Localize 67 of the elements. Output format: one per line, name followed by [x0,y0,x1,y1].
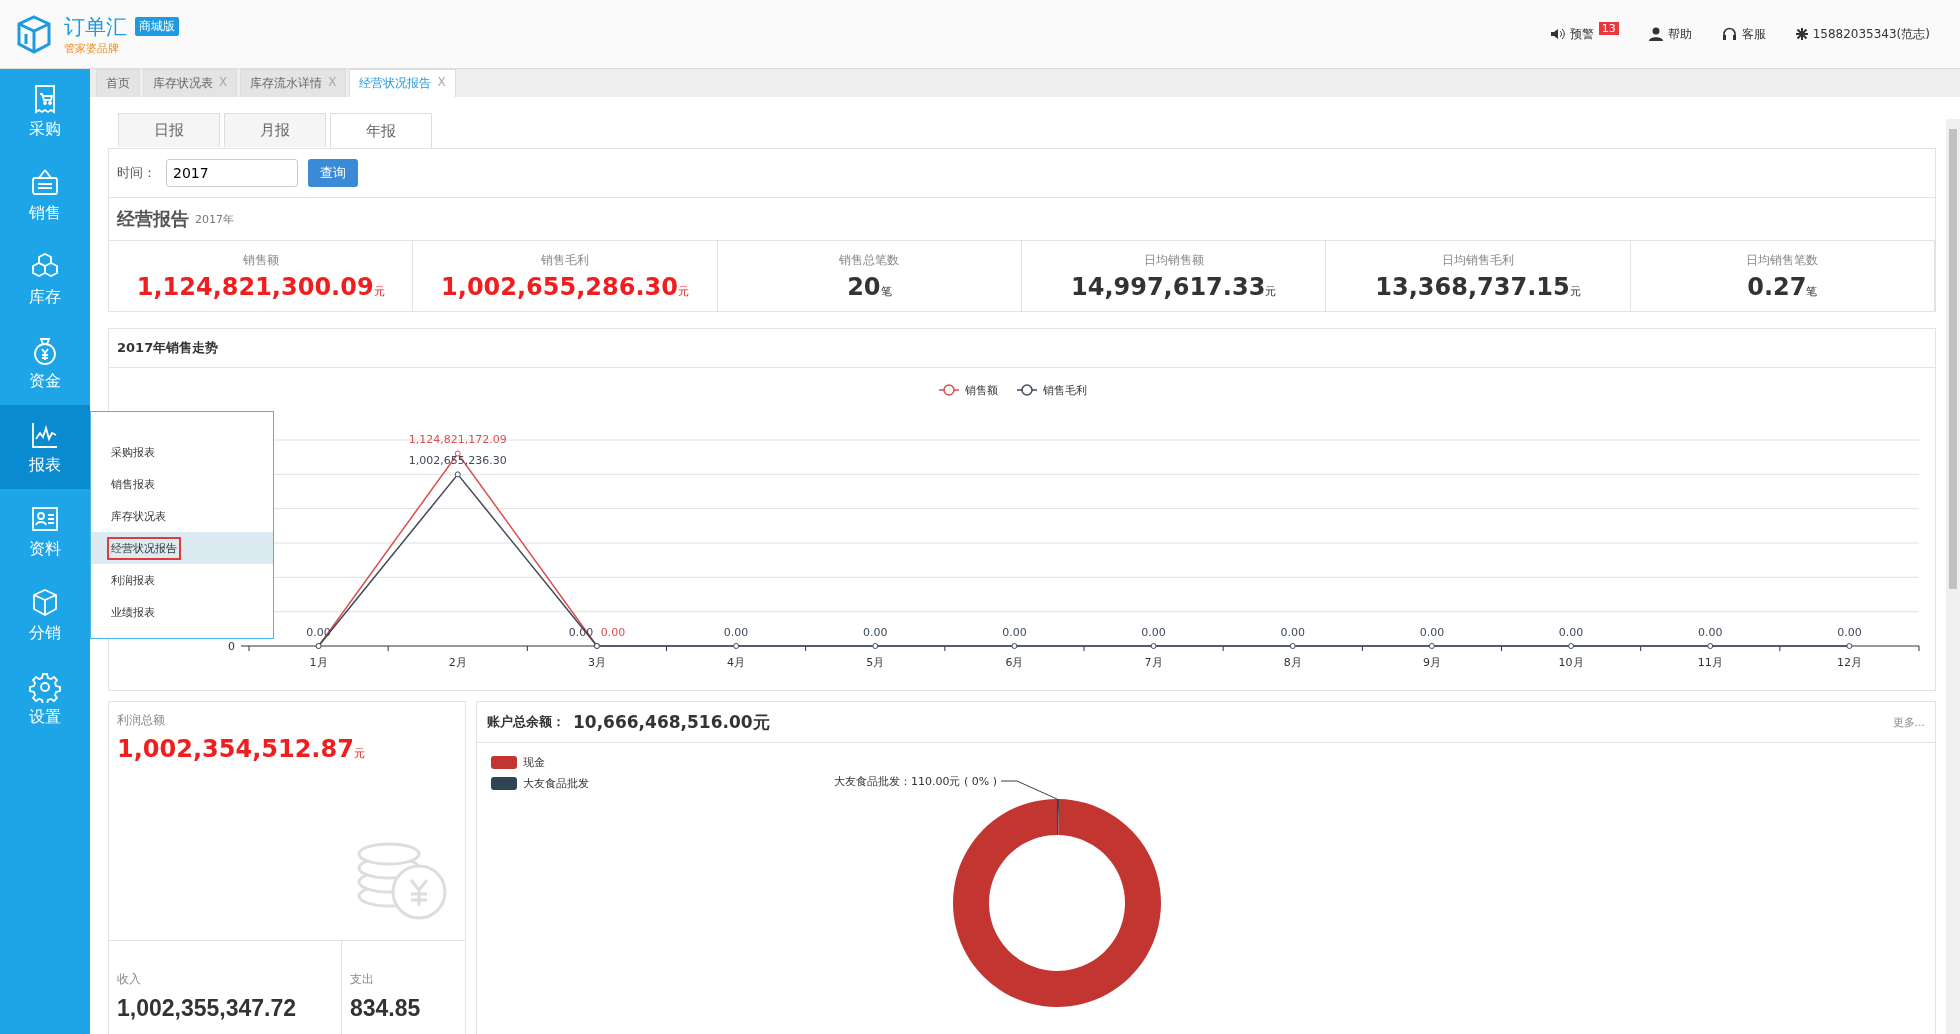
kpi-label: 日均销售毛利 [1442,251,1514,269]
x-tick-label: 1月 [309,656,328,669]
income-label: 收入 [117,971,141,988]
x-tick-label: 8月 [1283,656,1302,669]
kpi-value: 0.27笔 [1747,272,1818,301]
profit-label: 利润总额 [117,712,166,729]
kpi-value: 1,124,821,300.09元 [136,272,385,301]
data-label: 0.00 [1280,626,1305,639]
page-tab-label: 库存状况表 [153,75,213,92]
x-tick-label: 12月 [1836,656,1862,669]
sidebar-label: 销售 [29,202,61,224]
balance-value: 10,666,468,516.00元 [573,710,770,734]
x-tick-label: 10月 [1558,656,1584,669]
kpi-value: 20笔 [847,272,892,301]
income-value: 1,002,355,347.72 [117,994,297,1023]
data-label: 0.00 [1419,626,1445,639]
data-label: 0.00 [1698,626,1723,639]
kpi-label: 销售毛利 [541,251,589,269]
sidebar-label: 资料 [29,538,61,560]
legend-label: 销售毛利 [1042,384,1087,397]
data-label: 0.00 [863,626,888,639]
expense-label: 支出 [350,971,374,988]
data-label: 0.00 [723,626,749,639]
time-label: 时间： [117,164,156,182]
x-tick-label: 4月 [727,656,746,669]
chart-title: 2017年销售走势 [117,339,219,357]
edition-badge: 商城版 [135,17,179,36]
report-year: 2017年 [195,211,234,227]
balance-label: 账户总余额： [487,713,565,731]
expense-value: 834.85 [350,994,421,1023]
x-tick-label: 7月 [1144,656,1163,669]
page-tab-label: 首页 [106,75,130,92]
x-tick-label: 9月 [1422,656,1441,669]
sidebar-label: 资金 [29,370,61,392]
alert-count: 13 [1598,21,1619,35]
data-label: 0.00 [1002,626,1027,639]
kpi-value: 13,368,737.15元 [1375,272,1581,301]
x-tick-label: 2月 [448,656,467,669]
kpi-label: 销售总笔数 [839,251,900,269]
kpi-label: 日均销售额 [1143,251,1204,269]
slice-label: 大友食品批发：110.00元 ( 0% ) [834,775,997,788]
sidebar-label: 采购 [29,118,61,140]
y-tick-label: 0 [228,640,235,653]
data-label: 0.00 [1558,626,1584,639]
x-tick-label: 6月 [1005,656,1024,669]
data-label: 0.00 [600,626,626,639]
brand-subtitle: 管家婆品牌 [64,40,120,56]
data-label: 0.00 [1141,626,1166,639]
kpi-value: 14,997,617.33元 [1071,272,1277,301]
app-title: 订单汇 [64,13,127,41]
kpi-label: 销售额 [242,251,279,269]
sidebar-label: 分销 [29,622,61,644]
kpi-value: 1,002,655,286.30元 [441,272,689,301]
sidebar-label: 库存 [29,286,61,308]
kpi-label: 日均销售笔数 [1746,251,1819,269]
x-tick-label: 5月 [866,656,885,669]
data-label: 0.00 [1837,626,1862,639]
data-label: 1,124,821,172.09 [408,433,507,447]
sidebar-label: 设置 [29,706,61,728]
profit-value: 1,002,354,512.87元 [117,735,366,763]
page-tab-label: 库存流水详情 [250,75,323,92]
legend-label: 销售额 [964,384,998,397]
x-tick-label: 3月 [587,656,606,669]
x-tick-label: 11月 [1697,656,1723,669]
report-title: 经营报告 [117,207,189,231]
page-tab-label: 经营状况报告 [359,75,432,92]
sidebar-label: 报表 [29,454,61,476]
